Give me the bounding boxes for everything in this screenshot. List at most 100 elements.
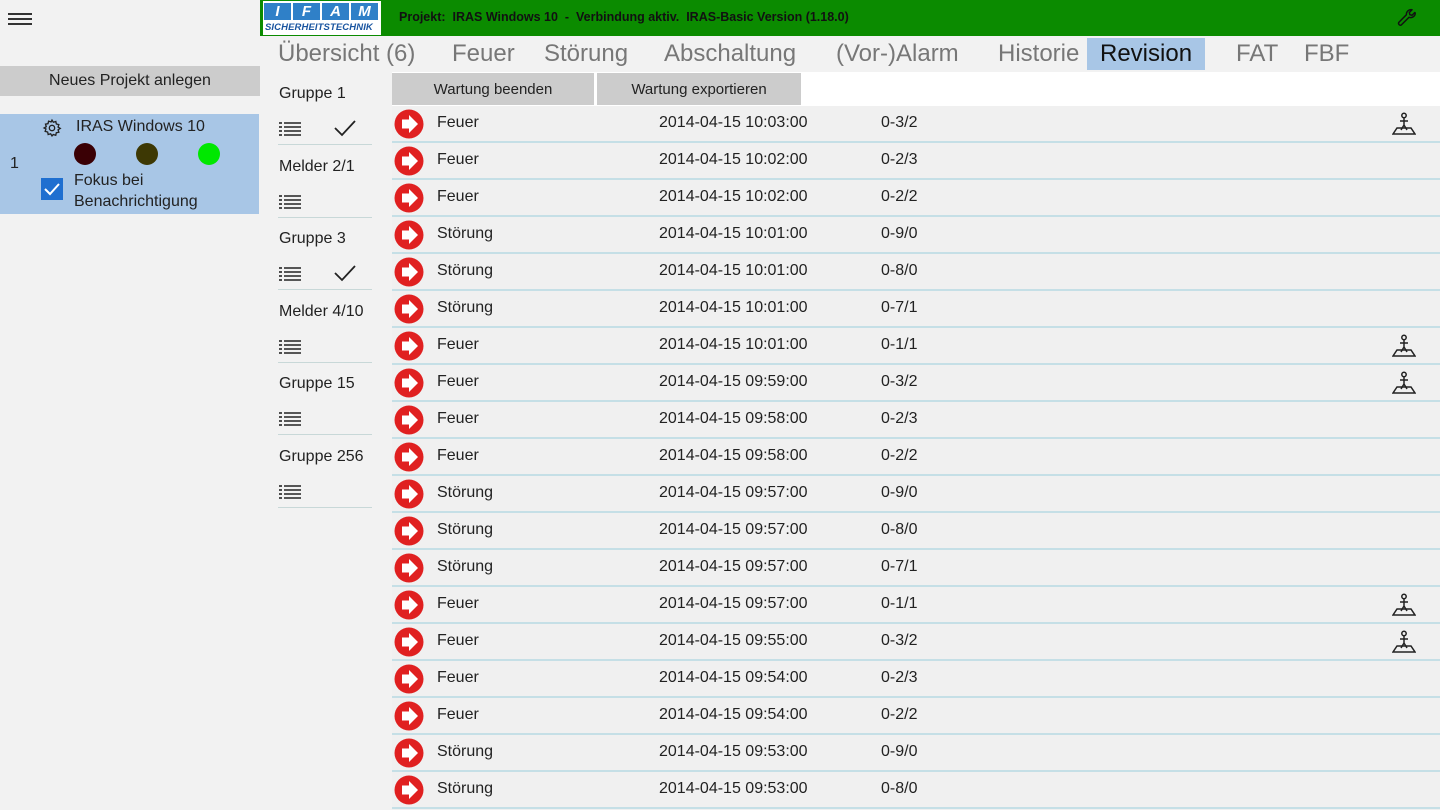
group-item[interactable]: Melder 4/10 (278, 290, 372, 363)
tab-übersicht-6[interactable]: Übersicht (6) (265, 38, 428, 70)
arrow-right-circle-icon[interactable] (394, 405, 424, 435)
event-address: 0-7/1 (881, 299, 918, 316)
arrow-right-circle-icon[interactable] (394, 442, 424, 472)
tab-fbf[interactable]: FBF (1291, 38, 1362, 70)
list-icon[interactable] (279, 411, 301, 427)
event-type: Feuer (437, 336, 479, 353)
new-project-button[interactable]: Neues Projekt anlegen (0, 66, 260, 96)
table-row[interactable]: Feuer 2014-04-15 10:01:00 0-1/1 (392, 328, 1440, 365)
event-time: 2014-04-15 09:57:00 (659, 558, 808, 575)
list-icon[interactable] (279, 339, 301, 355)
arrow-right-circle-icon[interactable] (394, 516, 424, 546)
group-item[interactable]: Melder 2/1 (278, 145, 372, 218)
table-row[interactable]: Störung 2014-04-15 10:01:00 0-9/0 (392, 217, 1440, 254)
event-list: Feuer 2014-04-15 10:03:00 0-3/2 Feuer 2014-0… (392, 106, 1440, 810)
person-location-icon[interactable] (1391, 629, 1417, 653)
checkmark-icon (44, 183, 60, 196)
event-type: Feuer (437, 706, 479, 723)
arrow-right-circle-icon[interactable] (394, 738, 424, 768)
table-row[interactable]: Feuer 2014-04-15 10:02:00 0-2/2 (392, 180, 1440, 217)
arrow-right-circle-icon[interactable] (394, 257, 424, 287)
group-item[interactable]: Gruppe 1 (278, 72, 372, 145)
table-row[interactable]: Störung 2014-04-15 09:53:00 0-9/0 (392, 735, 1440, 772)
list-icon[interactable] (279, 121, 301, 137)
tab-fat[interactable]: FAT (1223, 38, 1291, 70)
tab-feuer[interactable]: Feuer (439, 38, 528, 70)
tab-vor-alarm[interactable]: (Vor-)Alarm (823, 38, 972, 70)
event-time: 2014-04-15 09:57:00 (659, 521, 808, 538)
table-row[interactable]: Feuer 2014-04-15 09:58:00 0-2/3 (392, 402, 1440, 439)
table-row[interactable]: Störung 2014-04-15 09:57:00 0-7/1 (392, 550, 1440, 587)
event-address: 0-3/2 (881, 632, 918, 649)
arrow-right-circle-icon[interactable] (394, 331, 424, 361)
arrow-right-circle-icon[interactable] (394, 368, 424, 398)
table-row[interactable]: Störung 2014-04-15 09:57:00 0-9/0 (392, 476, 1440, 513)
group-label: Gruppe 256 (279, 447, 364, 465)
event-type: Störung (437, 225, 494, 242)
list-icon[interactable] (279, 266, 301, 282)
arrow-right-circle-icon[interactable] (394, 664, 424, 694)
export-maintenance-button[interactable]: Wartung exportieren (597, 73, 801, 105)
table-row[interactable]: Störung 2014-04-15 10:01:00 0-7/1 (392, 291, 1440, 328)
table-row[interactable]: Störung 2014-04-15 10:01:00 0-8/0 (392, 254, 1440, 291)
table-row[interactable]: Feuer 2014-04-15 09:58:00 0-2/2 (392, 439, 1440, 476)
event-type: Störung (437, 558, 494, 575)
table-row[interactable]: Feuer 2014-04-15 09:55:00 0-3/2 (392, 624, 1440, 661)
arrow-right-circle-icon[interactable] (394, 183, 424, 213)
hamburger-menu-icon[interactable] (8, 10, 32, 28)
group-item[interactable]: Gruppe 15 (278, 362, 372, 435)
tab-abschaltung[interactable]: Abschaltung (651, 38, 809, 70)
event-time: 2014-04-15 09:54:00 (659, 669, 808, 686)
person-location-icon[interactable] (1391, 111, 1417, 135)
table-row[interactable]: Störung 2014-04-15 09:57:00 0-8/0 (392, 513, 1440, 550)
wrench-icon[interactable] (1396, 7, 1418, 29)
person-location-icon[interactable] (1391, 370, 1417, 394)
person-location-icon[interactable] (1391, 333, 1417, 357)
list-icon[interactable] (279, 484, 301, 500)
end-maintenance-button[interactable]: Wartung beenden (392, 73, 594, 105)
tab-historie[interactable]: Historie (985, 38, 1092, 70)
arrow-right-circle-icon[interactable] (394, 553, 424, 583)
person-location-icon[interactable] (1391, 592, 1417, 616)
gear-icon[interactable] (42, 118, 62, 138)
arrow-right-circle-icon[interactable] (394, 220, 424, 250)
arrow-right-circle-icon[interactable] (394, 627, 424, 657)
event-address: 0-2/2 (881, 706, 918, 723)
list-icon[interactable] (279, 194, 301, 210)
focus-checkbox[interactable] (41, 178, 63, 200)
table-row[interactable]: Feuer 2014-04-15 09:57:00 0-1/1 (392, 587, 1440, 624)
arrow-right-circle-icon[interactable] (394, 109, 424, 139)
event-type: Feuer (437, 595, 479, 612)
arrow-right-circle-icon[interactable] (394, 701, 424, 731)
group-label: Melder 4/10 (279, 302, 364, 320)
event-type: Feuer (437, 373, 479, 390)
table-row[interactable]: Feuer 2014-04-15 09:59:00 0-3/2 (392, 365, 1440, 402)
group-item[interactable]: Gruppe 3 (278, 217, 372, 290)
checkmark-icon[interactable] (333, 118, 357, 138)
event-time: 2014-04-15 09:58:00 (659, 447, 808, 464)
arrow-right-circle-icon[interactable] (394, 146, 424, 176)
arrow-right-circle-icon[interactable] (394, 775, 424, 805)
table-row[interactable]: Störung 2014-04-15 09:53:00 0-8/0 (392, 772, 1440, 809)
tab-revision[interactable]: Revision (1087, 38, 1206, 70)
table-row[interactable]: Feuer 2014-04-15 09:54:00 0-2/3 (392, 661, 1440, 698)
group-item[interactable]: Gruppe 256 (278, 435, 372, 508)
checkmark-icon[interactable] (333, 263, 357, 283)
table-row[interactable]: Feuer 2014-04-15 09:54:00 0-2/2 (392, 698, 1440, 735)
logo-letter: M (351, 3, 378, 20)
event-address: 0-8/0 (881, 780, 918, 797)
event-type: Störung (437, 521, 494, 538)
tab-störung[interactable]: Störung (531, 38, 641, 70)
event-time: 2014-04-15 09:55:00 (659, 632, 808, 649)
status-dot-fire (74, 143, 96, 165)
event-type: Feuer (437, 410, 479, 427)
event-type: Störung (437, 743, 494, 760)
arrow-right-circle-icon[interactable] (394, 294, 424, 324)
group-label: Gruppe 3 (279, 230, 346, 247)
table-row[interactable]: Feuer 2014-04-15 10:02:00 0-2/3 (392, 143, 1440, 180)
event-address: 0-9/0 (881, 225, 918, 242)
table-row[interactable]: Feuer 2014-04-15 10:03:00 0-3/2 (392, 106, 1440, 143)
event-type: Feuer (437, 447, 479, 464)
arrow-right-circle-icon[interactable] (394, 590, 424, 620)
arrow-right-circle-icon[interactable] (394, 479, 424, 509)
